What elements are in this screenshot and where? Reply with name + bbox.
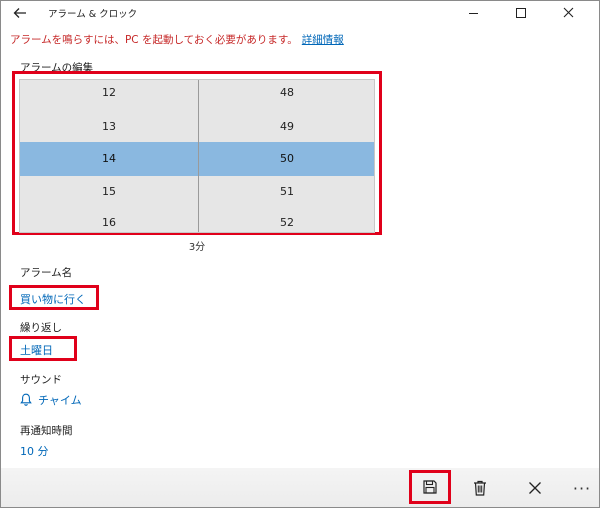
minute-column[interactable]: 48 49 50 51 52 — [198, 80, 374, 232]
close-button[interactable] — [546, 2, 592, 24]
alarm-warning: アラームを鳴らすには、PC を起動しておく必要があります。 詳細情報 — [10, 32, 344, 47]
repeat-field[interactable]: 土曜日 — [20, 342, 53, 358]
minute-item[interactable]: 49 — [199, 111, 374, 142]
command-bar: ··· — [0, 468, 600, 508]
warning-text: アラームを鳴らすには、PC を起動しておく必要があります。 — [10, 34, 298, 46]
alarm-name-label: アラーム名 — [20, 267, 73, 279]
minute-item[interactable]: 51 — [199, 176, 374, 207]
time-until-alarm: 3分 — [188, 242, 206, 253]
maximize-button[interactable] — [498, 2, 544, 24]
back-arrow-icon — [13, 8, 26, 18]
save-icon — [423, 480, 437, 494]
minute-item[interactable]: 48 — [199, 80, 374, 111]
more-button[interactable]: ··· — [564, 473, 600, 503]
title-bar: アラーム & クロック — [0, 0, 600, 26]
hour-item[interactable]: 16 — [20, 207, 198, 232]
close-icon — [563, 7, 574, 18]
snooze-field[interactable]: 10 分 — [20, 443, 49, 459]
save-button[interactable] — [409, 470, 451, 504]
hour-item[interactable]: 13 — [20, 111, 198, 142]
sound-label: サウンド — [20, 374, 62, 386]
time-picker[interactable]: 12 13 14 15 16 48 49 50 51 52 — [19, 79, 375, 233]
cancel-icon — [529, 482, 541, 494]
bell-icon — [20, 393, 32, 406]
hour-column[interactable]: 12 13 14 15 16 — [20, 80, 198, 232]
delete-icon — [474, 480, 486, 496]
minute-item-selected[interactable]: 50 — [199, 142, 374, 176]
back-button[interactable] — [10, 4, 30, 22]
cancel-button[interactable] — [517, 473, 553, 503]
repeat-label: 繰り返し — [20, 322, 62, 334]
hour-item-selected[interactable]: 14 — [20, 142, 198, 176]
delete-button[interactable] — [462, 473, 498, 503]
hour-item[interactable]: 12 — [20, 80, 198, 111]
minimize-button[interactable] — [450, 2, 496, 24]
sound-field[interactable]: チャイム — [20, 392, 82, 408]
minute-item[interactable]: 52 — [199, 207, 374, 232]
hour-item[interactable]: 15 — [20, 176, 198, 207]
more-icon: ··· — [572, 478, 592, 498]
snooze-label: 再通知時間 — [20, 425, 73, 437]
alarm-name-field[interactable]: 買い物に行く — [20, 291, 86, 307]
sound-value: チャイム — [38, 394, 82, 407]
app-title: アラーム & クロック — [48, 9, 138, 20]
details-link[interactable]: 詳細情報 — [302, 34, 344, 46]
